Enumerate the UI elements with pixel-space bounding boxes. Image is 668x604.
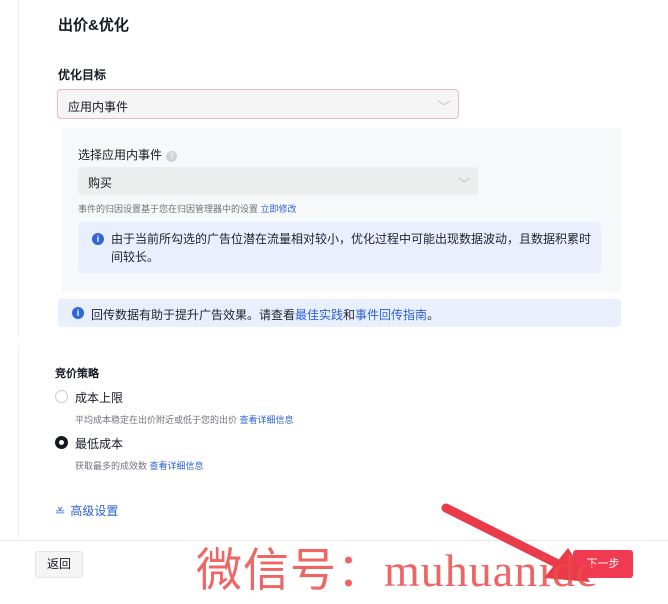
attribution-hint: 事件的归因设置基于您在归因管理器中的设置 立即修改: [78, 204, 297, 214]
info-icon: i: [92, 233, 104, 245]
optimization-goal-value: 应用内事件: [68, 100, 129, 114]
bid-strategy-title: 竞价策略: [55, 368, 99, 380]
in-app-event-select[interactable]: 购买 ⌵: [78, 167, 478, 195]
chevron-down-icon: ⌵: [437, 96, 451, 108]
warning-notice: i 由于当前所勾选的广告位潜在流量相对较小，优化过程中可能出现数据波动，且数据积…: [78, 222, 601, 273]
event-callback-guide-link[interactable]: 事件回传指南: [355, 308, 427, 322]
advanced-settings-toggle[interactable]: ≚ 高级设置: [54, 502, 119, 519]
help-icon[interactable]: ?: [166, 151, 178, 162]
section-title: 出价&优化: [58, 17, 129, 34]
back-button[interactable]: 返回: [35, 551, 83, 578]
chevron-down-icon: ⌵: [457, 173, 471, 185]
option-cost-cap-label[interactable]: 成本上限: [75, 389, 123, 406]
radio-lowest-cost[interactable]: [55, 436, 68, 449]
double-chevron-down-icon: ≚: [54, 507, 66, 518]
lowest-cost-details-link[interactable]: 查看详细信息: [150, 461, 204, 471]
warning-text: 由于当前所勾选的广告位潜在流量相对较小，优化过程中可能出现数据波动，且数据积累时…: [111, 232, 592, 264]
radio-cost-cap[interactable]: [55, 390, 68, 403]
optimization-goal-select[interactable]: 应用内事件 ⌵: [57, 89, 459, 119]
best-practices-link[interactable]: 最佳实践: [295, 308, 343, 322]
in-app-event-value: 购买: [88, 176, 113, 190]
data-callback-notice: i 回传数据有助于提升广告效果。请查看最佳实践和事件回传指南。: [58, 299, 621, 327]
option-cost-cap-desc: 平均成本稳定在出价附近或低于您的出价 查看详细信息: [75, 415, 294, 425]
watermark-text: 微信号：muhuanidc: [196, 545, 598, 596]
cost-cap-details-link[interactable]: 查看详细信息: [240, 415, 294, 425]
data-callback-text: 回传数据有助于提升广告效果。请查看最佳实践和事件回传指南。: [91, 308, 440, 322]
option-lowest-cost-label[interactable]: 最低成本: [75, 435, 123, 452]
attribution-modify-link[interactable]: 立即修改: [261, 204, 297, 214]
info-icon: i: [72, 307, 84, 319]
option-lowest-cost-desc: 获取最多的成效数 查看详细信息: [75, 461, 204, 471]
select-event-label: 选择应用内事件?: [78, 146, 178, 163]
optimization-goal-label: 优化目标: [58, 68, 107, 82]
